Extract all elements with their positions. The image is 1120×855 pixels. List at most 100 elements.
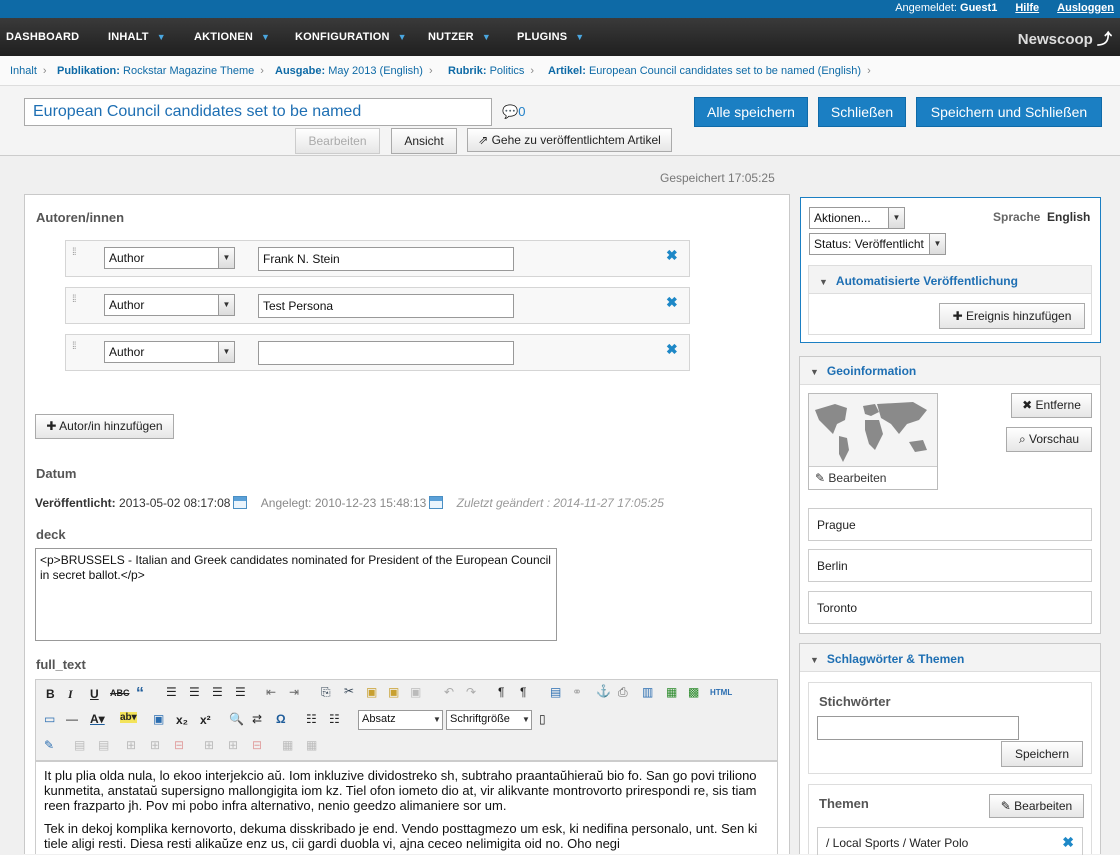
- help-link[interactable]: Hilfe: [1015, 2, 1039, 14]
- remove-topic-icon[interactable]: ✖: [1062, 834, 1074, 851]
- author-name-input[interactable]: [258, 341, 514, 365]
- align-justify-icon[interactable]: ☰: [235, 685, 246, 699]
- author-role-select[interactable]: Author ▼: [104, 294, 235, 316]
- auto-publish-header[interactable]: ▼ Automatisierte Veröffentlichung: [819, 274, 1018, 288]
- find-icon[interactable]: 🔍: [229, 712, 244, 726]
- numbered-list-icon[interactable]: ☷: [329, 712, 340, 726]
- crumb-inhalt[interactable]: Inhalt: [10, 65, 37, 77]
- row-after-icon[interactable]: ⊞: [150, 738, 160, 752]
- drag-handle-icon[interactable]: ⁞⁞: [72, 294, 76, 305]
- crumb-section[interactable]: Rubrik: Politics ›: [448, 65, 534, 77]
- drag-handle-icon[interactable]: ⁞⁞: [72, 341, 76, 352]
- indent-icon[interactable]: ⇥: [289, 685, 299, 699]
- format-select[interactable]: Absatz ▼: [358, 710, 443, 730]
- location-item[interactable]: Toronto: [808, 591, 1092, 624]
- geo-header[interactable]: ▼ Geoinformation: [810, 364, 916, 378]
- redo-icon[interactable]: ↷: [466, 685, 476, 699]
- unlink-icon[interactable]: ⚭: [572, 685, 582, 699]
- keywords-save-button[interactable]: Speichern: [1001, 741, 1083, 767]
- outdent-icon[interactable]: ⇤: [266, 685, 276, 699]
- rtl-icon[interactable]: ¶: [520, 685, 526, 699]
- close-button[interactable]: Schließen: [818, 97, 906, 127]
- paste-word-icon[interactable]: ▣: [410, 685, 421, 699]
- undo-icon[interactable]: ↶: [444, 685, 454, 699]
- brand-logo[interactable]: Newscoop ⤴: [1018, 28, 1112, 49]
- actions-select[interactable]: Aktionen... ▼: [809, 207, 905, 229]
- blockquote-icon[interactable]: “: [136, 685, 144, 703]
- image-icon[interactable]: ▦: [666, 685, 677, 699]
- cleanup-icon[interactable]: ▣: [153, 712, 164, 726]
- tags-header[interactable]: ▼ Schlagwörter & Themen: [810, 652, 964, 666]
- paste-icon[interactable]: ▣: [366, 685, 377, 699]
- crumb-publication[interactable]: Publikation: Rockstar Magazine Theme ›: [57, 65, 264, 77]
- align-left-icon[interactable]: ☰: [166, 685, 177, 699]
- col-before-icon[interactable]: ⊞: [204, 738, 214, 752]
- comments-link[interactable]: 💬0: [502, 104, 525, 120]
- calendar-icon[interactable]: [233, 496, 248, 509]
- nav-konfiguration[interactable]: KONFIGURATION ▼: [295, 31, 407, 43]
- nav-aktionen[interactable]: AKTIONEN ▼: [194, 31, 270, 43]
- crumb-issue[interactable]: Ausgabe: May 2013 (English) ›: [275, 65, 433, 77]
- table-props-icon[interactable]: ▤: [98, 738, 109, 752]
- published-date[interactable]: 2013-05-02 08:17:08: [119, 496, 230, 510]
- add-author-button[interactable]: ✚ Autor/in hinzufügen: [35, 414, 174, 439]
- delete-row-icon[interactable]: ⊟: [174, 738, 184, 752]
- html-icon[interactable]: HTML: [710, 688, 732, 697]
- template-icon[interactable]: ▥: [642, 685, 653, 699]
- remove-author-icon[interactable]: ✖: [666, 294, 678, 311]
- superscript-icon[interactable]: x²: [200, 713, 211, 727]
- logout-link[interactable]: Ausloggen: [1057, 2, 1114, 14]
- nav-nutzer[interactable]: NUTZER ▼: [428, 31, 491, 43]
- map-thumbnail[interactable]: ✎ Bearbeiten: [808, 393, 938, 490]
- save-and-close-button[interactable]: Speichern und Schließen: [916, 97, 1102, 127]
- merge-cells-icon[interactable]: ▦: [306, 738, 317, 752]
- horizontal-rule-icon[interactable]: —: [66, 712, 78, 726]
- special-char-icon[interactable]: Ω: [276, 712, 286, 726]
- remove-author-icon[interactable]: ✖: [666, 247, 678, 264]
- ltr-icon[interactable]: ¶: [498, 685, 504, 699]
- row-before-icon[interactable]: ⊞: [126, 738, 136, 752]
- crumb-article[interactable]: Artikel: European Council candidates set…: [548, 65, 871, 77]
- film-icon[interactable]: ▩: [688, 685, 699, 699]
- italic-icon[interactable]: I: [68, 687, 73, 702]
- nav-inhalt[interactable]: INHALT ▼: [108, 31, 166, 43]
- author-name-input[interactable]: Test Persona: [258, 294, 514, 318]
- replace-icon[interactable]: ⇄: [252, 712, 262, 726]
- save-all-button[interactable]: Alle speichern: [694, 97, 808, 127]
- keywords-input[interactable]: [817, 716, 1019, 740]
- cut-icon[interactable]: ✂: [344, 684, 354, 698]
- author-role-select[interactable]: Author ▼: [104, 341, 235, 363]
- align-center-icon[interactable]: ☰: [189, 685, 200, 699]
- split-cells-icon[interactable]: ▦: [282, 738, 293, 752]
- table-icon[interactable]: ▤: [74, 738, 85, 752]
- text-color-icon[interactable]: A▾: [90, 712, 105, 726]
- word-count-icon[interactable]: ▯: [539, 712, 546, 726]
- view-button[interactable]: Ansicht: [391, 128, 457, 154]
- col-after-icon[interactable]: ⊞: [228, 738, 238, 752]
- article-title-input[interactable]: European Council candidates set to be na…: [24, 98, 492, 126]
- remove-author-icon[interactable]: ✖: [666, 341, 678, 358]
- bullet-list-icon[interactable]: ☷: [306, 712, 317, 726]
- insert-box-icon[interactable]: ▭: [44, 712, 55, 726]
- paste-text-icon[interactable]: ▣: [388, 685, 399, 699]
- edit-css-icon[interactable]: ✎: [44, 738, 54, 752]
- goto-published-button[interactable]: ⇗ Gehe zu veröffentlichtem Artikel: [467, 128, 672, 152]
- status-select[interactable]: Status: Veröffentlicht ▼: [809, 233, 946, 255]
- delete-col-icon[interactable]: ⊟: [252, 738, 262, 752]
- calendar-icon[interactable]: [429, 496, 444, 509]
- anchor-icon[interactable]: ⚓: [596, 684, 611, 698]
- topics-edit-button[interactable]: ✎ Bearbeiten: [989, 794, 1084, 818]
- preview-map-button[interactable]: ⌕ Vorschau: [1006, 427, 1092, 452]
- author-name-input[interactable]: Frank N. Stein: [258, 247, 514, 271]
- location-item[interactable]: Berlin: [808, 549, 1092, 582]
- align-right-icon[interactable]: ☰: [212, 685, 223, 699]
- nav-plugins[interactable]: PLUGINS ▼: [517, 31, 584, 43]
- subscript-icon[interactable]: x₂: [176, 713, 188, 727]
- author-role-select[interactable]: Author ▼: [104, 247, 235, 269]
- drag-handle-icon[interactable]: ⁞⁞: [72, 247, 76, 258]
- underline-icon[interactable]: U: [90, 687, 99, 701]
- copy-icon[interactable]: ⎘: [321, 685, 331, 700]
- bold-icon[interactable]: B: [46, 687, 55, 701]
- attachment-icon[interactable]: ⎙: [618, 685, 628, 700]
- highlight-icon[interactable]: ab▾: [120, 712, 137, 723]
